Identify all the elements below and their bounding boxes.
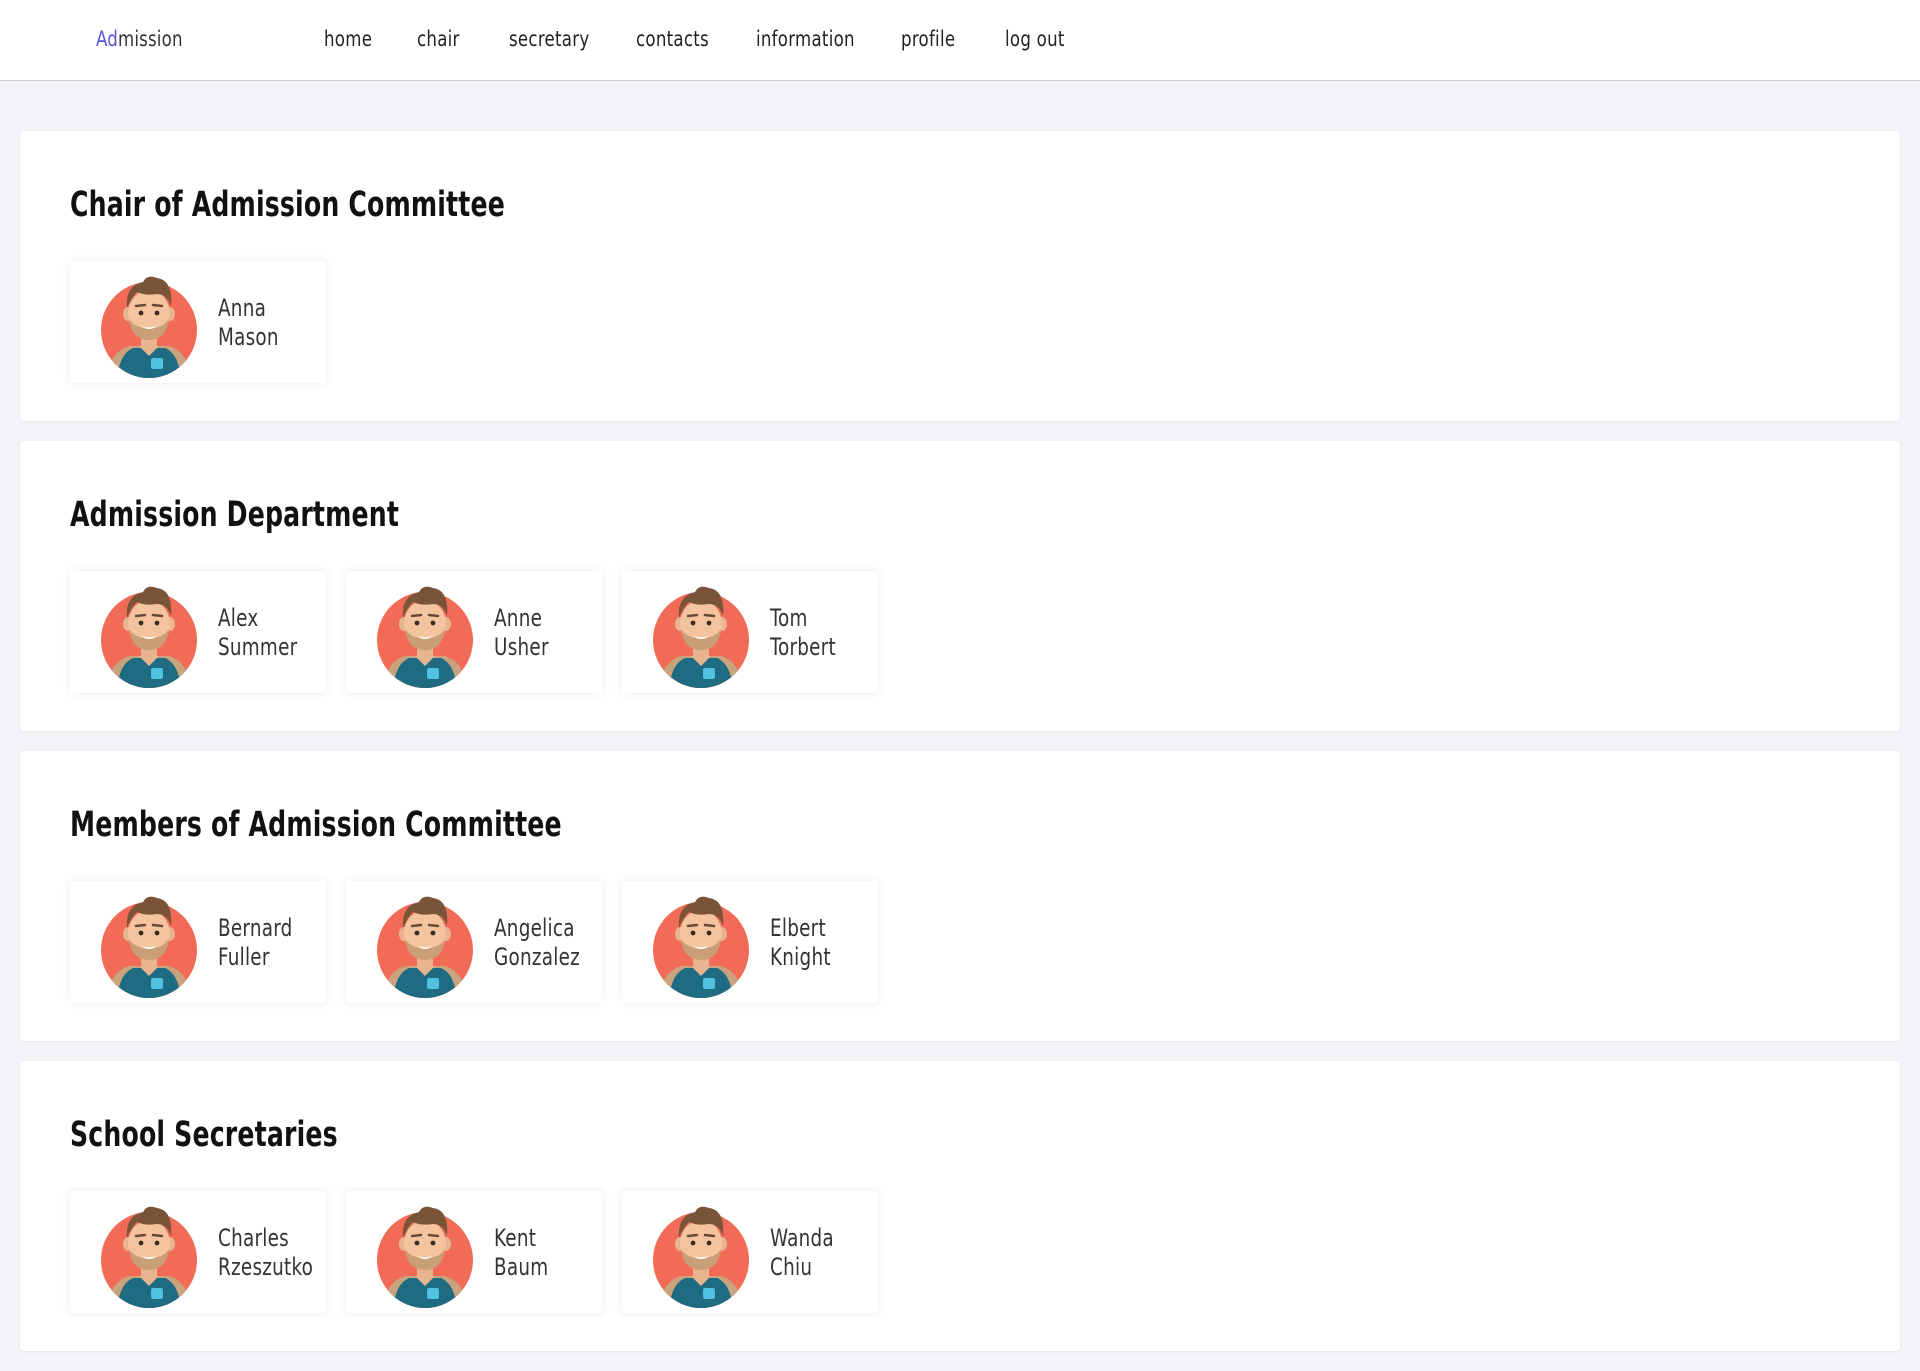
male-avatar-icon <box>651 1196 751 1310</box>
person-card[interactable]: Alex Summer <box>70 571 326 693</box>
nav-contacts[interactable]: contacts <box>636 27 709 51</box>
person-card[interactable]: Tom Torbert <box>622 571 878 693</box>
person-name: Elbert Knight <box>770 914 831 972</box>
first-name: Anna <box>218 294 267 322</box>
last-name: Torbert <box>770 633 836 661</box>
male-avatar-icon <box>375 886 475 1000</box>
section-chair: Chair of Admission Committee Anna Mason <box>20 131 1900 421</box>
last-name: Summer <box>218 633 298 661</box>
first-name: Elbert <box>770 914 826 942</box>
male-avatar-icon <box>651 886 751 1000</box>
person-name: Kent Baum <box>494 1224 548 1282</box>
first-name: Charles <box>218 1224 289 1252</box>
person-card[interactable]: Angelica Gonzalez <box>346 881 602 1003</box>
person-name: Tom Torbert <box>770 604 836 662</box>
person-name: Charles Rzeszutko <box>218 1224 313 1282</box>
male-avatar-icon <box>99 576 199 690</box>
person-name: Angelica Gonzalez <box>494 914 580 972</box>
nav-home[interactable]: home <box>324 27 372 51</box>
person-name: Anna Mason <box>218 294 279 352</box>
person-name: Alex Summer <box>218 604 297 662</box>
person-card[interactable]: Elbert Knight <box>622 881 878 1003</box>
people-list: Alex Summer Anne Usher Tom Torbert <box>70 571 970 693</box>
first-name: Bernard <box>218 914 293 942</box>
male-avatar-icon <box>375 576 475 690</box>
person-card[interactable]: Wanda Chiu <box>622 1191 878 1313</box>
male-avatar-icon <box>99 886 199 1000</box>
person-card[interactable]: Bernard Fuller <box>70 881 326 1003</box>
male-avatar-icon <box>651 576 751 690</box>
nav-profile[interactable]: profile <box>901 27 955 51</box>
section-committee-members: Members of Admission Committee Bernard F… <box>20 751 1900 1041</box>
brand-logo-link[interactable]: Admission <box>96 27 183 51</box>
last-name: Baum <box>494 1253 549 1281</box>
section-title: Chair of Admission Committee <box>70 185 505 225</box>
last-name: Rzeszutko <box>218 1253 314 1281</box>
first-name: Wanda <box>770 1224 834 1252</box>
person-name: Bernard Fuller <box>218 914 293 972</box>
person-card[interactable]: Anne Usher <box>346 571 602 693</box>
last-name: Gonzalez <box>494 943 581 971</box>
brand-rest: mission <box>117 27 183 51</box>
nav-chair[interactable]: chair <box>417 27 460 51</box>
people-list: Charles Rzeszutko Kent Baum Wanda Chiu <box>70 1191 970 1313</box>
first-name: Alex <box>218 604 259 632</box>
person-card[interactable]: Charles Rzeszutko <box>70 1191 326 1313</box>
person-card[interactable]: Anna Mason <box>70 261 326 383</box>
last-name: Knight <box>770 943 831 971</box>
nav-information[interactable]: information <box>756 27 855 51</box>
male-avatar-icon <box>99 1196 199 1310</box>
nav-secretary[interactable]: secretary <box>509 27 589 51</box>
brand-accent: Ad <box>96 27 118 51</box>
nav-log-out[interactable]: log out <box>1005 27 1065 51</box>
section-admission-department: Admission Department Alex Summer Anne Us… <box>20 441 1900 731</box>
male-avatar-icon <box>375 1196 475 1310</box>
people-list: Bernard Fuller Angelica Gonzalez Elbert … <box>70 881 970 1003</box>
last-name: Mason <box>218 323 279 351</box>
section-title: Admission Department <box>70 495 400 535</box>
first-name: Kent <box>494 1224 537 1252</box>
first-name: Anne <box>494 604 543 632</box>
people-list: Anna Mason <box>70 261 970 383</box>
last-name: Usher <box>494 633 549 661</box>
top-nav-bar: Admission home chair secretary contacts … <box>0 0 1920 81</box>
male-avatar-icon <box>99 266 199 380</box>
last-name: Chiu <box>770 1253 813 1281</box>
section-title: Members of Admission Committee <box>70 805 562 845</box>
first-name: Angelica <box>494 914 575 942</box>
last-name: Fuller <box>218 943 270 971</box>
section-school-secretaries: School Secretaries Charles Rzeszutko Ken… <box>20 1061 1900 1351</box>
first-name: Tom <box>770 604 808 632</box>
section-title: School Secretaries <box>70 1115 338 1155</box>
person-card[interactable]: Kent Baum <box>346 1191 602 1313</box>
person-name: Wanda Chiu <box>770 1224 834 1282</box>
person-name: Anne Usher <box>494 604 549 662</box>
